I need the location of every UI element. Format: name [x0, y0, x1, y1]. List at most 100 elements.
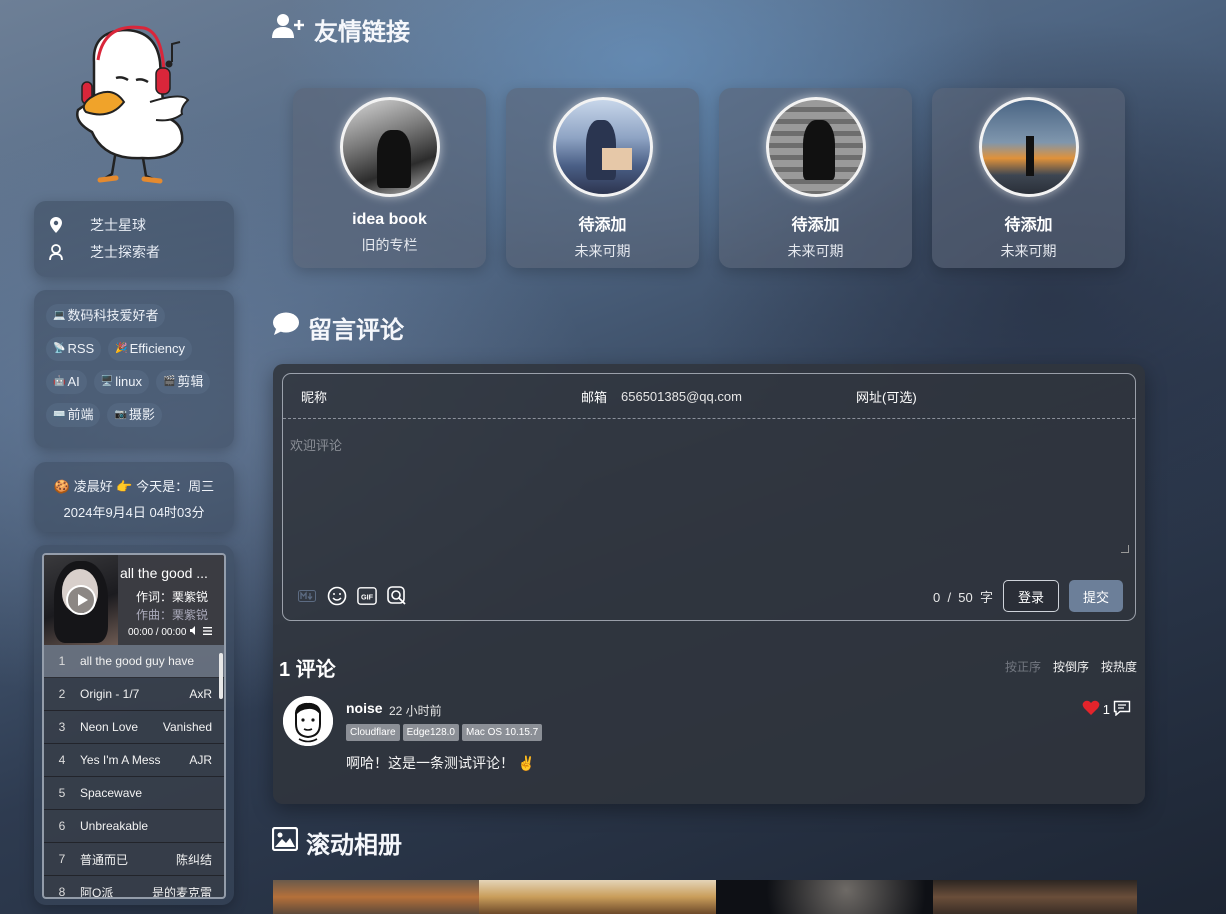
image-icon [271, 826, 299, 858]
tag-linux[interactable]: 🖥️ linux [93, 370, 149, 394]
login-button[interactable]: 登录 [1002, 580, 1059, 612]
sort-asc-button[interactable]: 按正序 [1005, 658, 1041, 675]
like-count: 1 [1102, 702, 1110, 717]
nickname-field[interactable]: 昵称 [283, 374, 563, 418]
music-player: all the good ... 作词：栗紫锐 作曲：栗紫锐 00:00 / 0… [34, 545, 234, 905]
track-artist: AxR [189, 687, 212, 701]
track-number: 6 [58, 819, 66, 833]
markdown-icon[interactable] [297, 586, 317, 606]
album-section-title: 滚动相册 [271, 825, 402, 860]
track-name: Neon Love [80, 720, 139, 734]
tag-label: RSS [67, 341, 95, 356]
playlist-item[interactable]: 2 Origin - 1/7 AxR [44, 678, 224, 711]
field-label: 邮箱 [581, 389, 608, 405]
playlist-item[interactable]: 3 Neon Love Vanished [44, 711, 224, 744]
volume-icon[interactable] [190, 626, 199, 638]
tag-photo[interactable]: 📷 摄影 [107, 403, 162, 427]
scrolling-album[interactable] [273, 880, 1137, 914]
tag-edit[interactable]: 🎬 剪辑 [155, 370, 211, 394]
friend-avatar [339, 97, 440, 197]
friend-card[interactable]: 待添加 未来可期 [719, 88, 912, 268]
browser-badge: Edge128.0 [402, 724, 459, 741]
profile-info-card: 芝士星球 芝士探索者 [34, 201, 234, 277]
location-text: 芝士星球 [90, 216, 146, 233]
mascot-logo [64, 22, 204, 187]
playlist-item[interactable]: 7 普通而已 陈纠结 [44, 843, 224, 876]
location-pin-icon [48, 216, 64, 233]
playlist-item[interactable]: 6 Unbreakable [44, 810, 224, 843]
keyboard-icon: ⌨️ [53, 409, 66, 420]
album-photo[interactable] [273, 880, 479, 914]
comment-panel: 昵称 邮箱 656501385@qq.com 网址(可选) 欢迎评论 GIF 0… [273, 364, 1145, 804]
lyric-line: 作词：栗紫锐 [135, 590, 208, 604]
time-display: 00:00 / 00:00 [128, 626, 187, 638]
friend-name: 待添加 [578, 217, 627, 234]
play-icon[interactable] [66, 585, 96, 615]
interest-tags-card: 💻 数码科技爱好者 📡 RSS 🎉 Efficiency 🤖 AI 🖥️ linux 🎬 剪… [34, 290, 234, 448]
tag-frontend[interactable]: ⌨️ 前端 [46, 403, 101, 427]
playlist-item[interactable]: 5 Spacewave [44, 777, 224, 810]
playlist-item[interactable]: 4 Yes I'm A Mess AJR [44, 744, 224, 777]
textarea-placeholder: 欢迎评论 [290, 438, 343, 453]
like-heart-icon[interactable] [1082, 700, 1100, 719]
sort-hot-button[interactable]: 按热度 [1101, 658, 1137, 675]
tag-rss[interactable]: 📡 RSS [46, 337, 102, 361]
chat-bubble-icon [272, 312, 300, 343]
track-number: 2 [58, 687, 66, 701]
friends-section-title: 友情链接 [272, 12, 410, 47]
track-name: all the good guy have [80, 654, 195, 668]
comment-textarea[interactable]: 欢迎评论 [283, 419, 1135, 559]
friend-card[interactable]: 待添加 未来可期 [506, 88, 699, 268]
image-search-icon[interactable] [387, 586, 407, 606]
tag-label: 剪辑 [177, 374, 204, 389]
user-plus-icon [272, 13, 306, 46]
satellite-icon: 📡 [53, 343, 66, 354]
sort-desc-button[interactable]: 按倒序 [1053, 658, 1089, 675]
album-photo[interactable] [716, 880, 933, 914]
role-text: 芝士探索者 [90, 243, 160, 260]
url-field[interactable]: 网址(可选) [838, 374, 1135, 418]
playlist-menu-icon[interactable] [203, 626, 213, 638]
gif-icon[interactable]: GIF [357, 586, 377, 606]
song-title: all the good ... [120, 565, 208, 581]
playlist-item[interactable]: 1 all the good guy have [44, 645, 224, 678]
tag-efficiency[interactable]: 🎉 Efficiency [108, 337, 193, 361]
avatar[interactable] [283, 696, 333, 746]
album-photo[interactable] [933, 880, 1137, 914]
tag-digital[interactable]: 💻 数码科技爱好者 [46, 304, 166, 328]
friend-avatar [765, 97, 866, 197]
os-badge: Mac OS 10.15.7 [461, 724, 543, 741]
reply-icon[interactable] [1113, 700, 1131, 719]
friend-avatar [978, 97, 1079, 197]
friend-desc: 未来可期 [574, 243, 631, 259]
email-field[interactable]: 邮箱 656501385@qq.com [563, 374, 838, 418]
playlist-item[interactable]: 8 阿Q派 是的麦克雷 [44, 876, 224, 899]
section-title-text: 友情链接 [314, 19, 410, 46]
platform-badge: Cloudflare [346, 724, 400, 741]
comment-author[interactable]: noise [346, 700, 383, 716]
field-label: 网址(可选) [856, 389, 917, 405]
tag-label: Efficiency [129, 341, 186, 356]
lyric-line: 作曲：栗紫锐 [135, 608, 208, 622]
friend-name: idea book [352, 211, 427, 228]
tag-ai[interactable]: 🤖 AI [46, 370, 87, 394]
friend-card[interactable]: idea book 旧的专栏 [293, 88, 486, 268]
album-cover [44, 555, 118, 645]
tag-label: linux [115, 374, 142, 389]
emoji-icon[interactable] [327, 586, 347, 606]
track-name: Yes I'm A Mess [80, 753, 161, 767]
tag-label: AI [67, 374, 80, 389]
greeting-card: 🍪 凌晨好 👉 今天是：周三 2024年9月4日 04时03分 [34, 462, 234, 532]
camera-icon: 📷 [114, 409, 127, 420]
tag-label: 摄影 [128, 407, 155, 422]
resize-handle[interactable] [1121, 545, 1129, 553]
album-photo[interactable] [479, 880, 716, 914]
party-icon: 🎉 [115, 343, 128, 354]
comment-editor: 昵称 邮箱 656501385@qq.com 网址(可选) 欢迎评论 GIF 0… [282, 373, 1136, 621]
track-number: 8 [58, 885, 66, 899]
submit-button[interactable]: 提交 [1068, 580, 1123, 612]
friend-card[interactable]: 待添加 未来可期 [932, 88, 1125, 268]
friend-desc: 未来可期 [1000, 243, 1057, 259]
track-name: 普通而已 [80, 852, 129, 867]
playlist-scrollbar[interactable] [219, 653, 223, 699]
